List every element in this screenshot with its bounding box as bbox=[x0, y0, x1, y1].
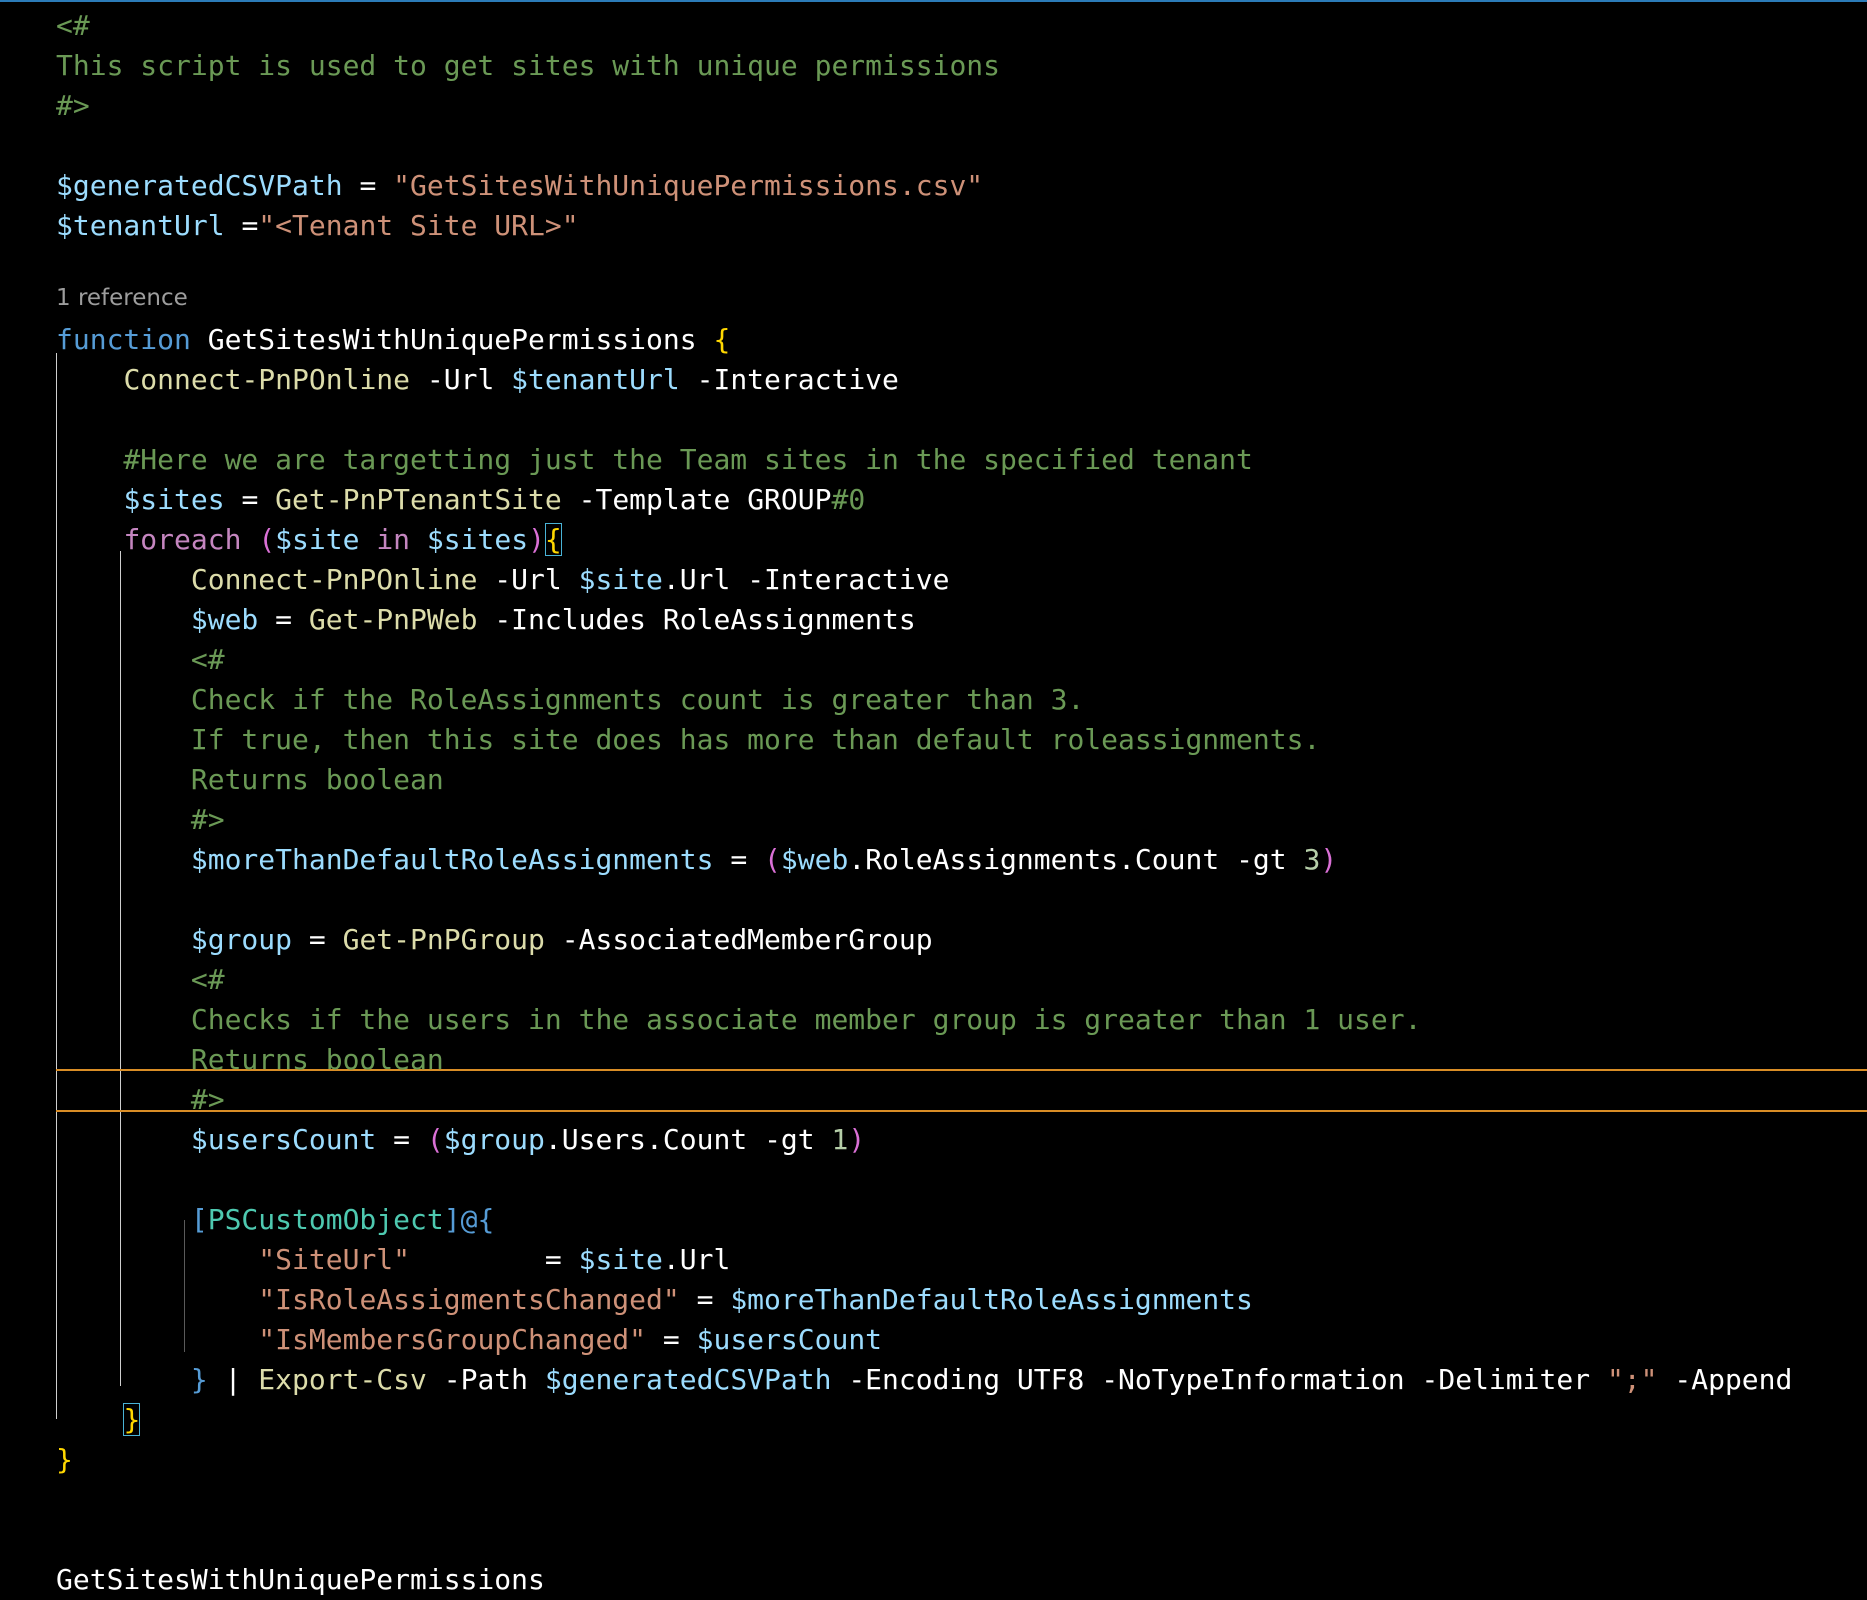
code-line[interactable]: } | Export-Csv -Path $generatedCSVPath -… bbox=[56, 1360, 1793, 1400]
code-line[interactable]: Connect-PnPOnline -Url $site.Url -Intera… bbox=[56, 560, 950, 600]
code-line[interactable]: Check if the RoleAssignments count is gr… bbox=[56, 680, 1084, 720]
code-line[interactable]: } bbox=[56, 1440, 73, 1480]
matching-bracket: { bbox=[544, 523, 562, 556]
code-line[interactable]: "SiteUrl" = $site.Url bbox=[56, 1240, 730, 1280]
code-line[interactable]: $generatedCSVPath = "GetSitesWithUniqueP… bbox=[56, 166, 983, 206]
code-line[interactable]: $sites = Get-PnPTenantSite -Template GRO… bbox=[56, 480, 865, 520]
code-line[interactable]: $usersCount = ($group.Users.Count -gt 1) bbox=[56, 1120, 865, 1160]
codelens-references[interactable]: 1 reference bbox=[56, 280, 188, 316]
code-line[interactable]: Returns boolean bbox=[56, 760, 444, 800]
code-line[interactable]: GetSitesWithUniquePermissions bbox=[56, 1560, 545, 1600]
code-editor[interactable]: 1 reference <# This script is used to get… bbox=[0, 0, 1867, 1600]
code-line[interactable]: Connect-PnPOnline -Url $tenantUrl -Inter… bbox=[56, 360, 898, 400]
code-line[interactable]: [PSCustomObject]@{ bbox=[56, 1200, 494, 1240]
code-line[interactable]: #> bbox=[56, 800, 225, 840]
code-line[interactable]: Checks if the users in the associate mem… bbox=[56, 1000, 1422, 1040]
code-line[interactable]: #Here we are targetting just the Team si… bbox=[56, 440, 1252, 480]
code-line[interactable]: <# bbox=[56, 640, 225, 680]
code-line[interactable]: <# bbox=[56, 960, 225, 1000]
code-line[interactable]: <# bbox=[56, 6, 90, 46]
code-line[interactable]: $group = Get-PnPGroup -AssociatedMemberG… bbox=[56, 920, 933, 960]
code-line[interactable]: This script is used to get sites with un… bbox=[56, 46, 1000, 86]
code-line[interactable]: } bbox=[56, 1400, 141, 1440]
code-line[interactable]: $web = Get-PnPWeb -Includes RoleAssignme… bbox=[56, 600, 916, 640]
code-line[interactable]: "IsRoleAssigmentsChanged" = $moreThanDef… bbox=[56, 1280, 1253, 1320]
code-line[interactable]: If true, then this site does has more th… bbox=[56, 720, 1320, 760]
code-line[interactable]: #> bbox=[56, 1080, 225, 1120]
code-line[interactable]: $moreThanDefaultRoleAssignments = ($web.… bbox=[56, 840, 1337, 880]
code-line[interactable]: function GetSitesWithUniquePermissions { bbox=[56, 320, 730, 360]
code-line[interactable]: $tenantUrl ="<Tenant Site URL>" bbox=[56, 206, 579, 246]
code-line[interactable]: foreach ($site in $sites){ bbox=[56, 520, 562, 560]
matching-bracket: } bbox=[123, 1403, 141, 1436]
code-line[interactable]: Returns boolean bbox=[56, 1040, 444, 1080]
code-line[interactable]: "IsMembersGroupChanged" = $usersCount bbox=[56, 1320, 882, 1360]
code-line[interactable]: #> bbox=[56, 86, 90, 126]
